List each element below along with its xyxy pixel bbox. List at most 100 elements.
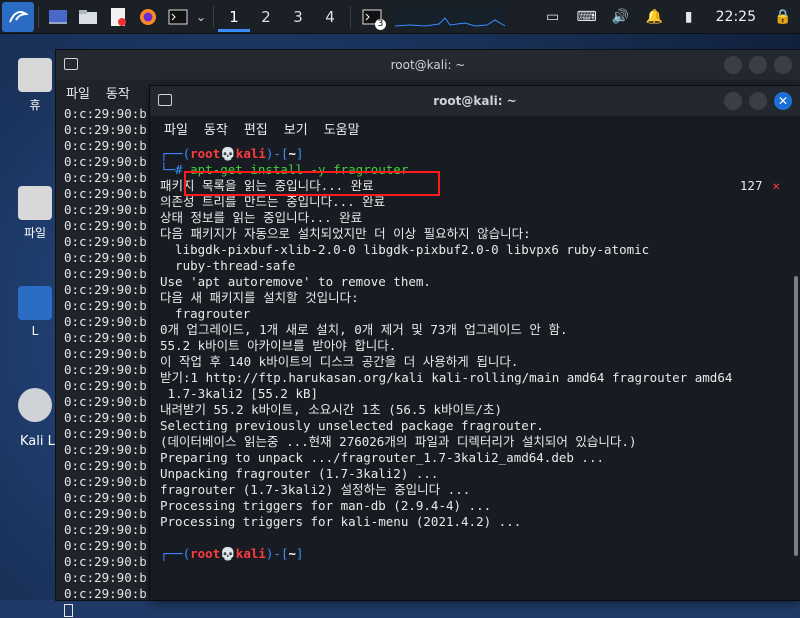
output-line: 0개 업그레이드, 1개 새로 설치, 0개 제거 및 73개 업그레이드 안 … [160, 322, 568, 337]
scrollbar[interactable] [794, 276, 798, 556]
top-panel: ⌄ 1 2 3 4 3 ▭ ⌨ 🔊 🔔 ▮ 22:25 🔒 [0, 0, 800, 34]
launcher-dropdown-button[interactable]: ⌄ [193, 2, 209, 32]
notifications-button[interactable]: 🔔 [638, 2, 672, 32]
front-terminal-window[interactable]: root@kali: ~ ✕ 파일 동작 편집 보기 도움말 ┌──(root💀… [150, 86, 800, 600]
output-line: Processing triggers for kali-menu (2021.… [160, 514, 522, 529]
terminal-output[interactable]: ┌──(root💀kali)-[~] └─# apt-get install -y… [150, 140, 790, 600]
prompt-host: kali [235, 546, 266, 561]
terminal-launcher-button[interactable] [163, 2, 193, 32]
desktop-icon-trash[interactable]: L [10, 286, 60, 338]
panel-separator [38, 5, 39, 28]
output-line: Preparing to unpack .../fragrouter_1.7-3… [160, 450, 605, 465]
output-line: Processing triggers for man-db (2.9.4-4)… [160, 498, 492, 513]
menu-action[interactable]: 동작 [106, 83, 130, 102]
close-button[interactable] [774, 56, 792, 74]
power-status-button[interactable]: ▮ [672, 2, 706, 32]
battery-icon: ▮ [684, 8, 693, 25]
taskbar-terminal-group[interactable]: 3 [355, 2, 389, 32]
error-x-icon: ✕ [772, 178, 780, 193]
desktop-icon-kali[interactable] [10, 388, 60, 426]
output-line: 이 작업 후 140 k바이트의 디스크 공간을 더 사용하게 됩니다. [160, 354, 519, 369]
terminal-icon [158, 94, 172, 106]
folder-icon [79, 9, 97, 24]
desktop-icon [49, 9, 67, 24]
front-window-title: root@kali: ~ [433, 94, 517, 108]
output-line: 다음 새 패키지를 설치할 것입니다: [160, 290, 359, 305]
menu-file[interactable]: 파일 [164, 119, 188, 138]
output-line: 상태 정보를 읽는 중입니다... 완료 [160, 210, 363, 225]
menu-edit[interactable]: 편집 [244, 119, 268, 138]
prompt-frame-end: ] [296, 146, 304, 161]
output-line: libgdk-pixbuf-xlib-2.0-0 libgdk-pixbuf2.… [160, 242, 650, 257]
back-terminal-cursor-line [64, 602, 800, 618]
maximize-button[interactable] [749, 92, 767, 110]
output-line: 받기:1 http://ftp.harukasan.org/kali kali-… [160, 370, 733, 385]
clock[interactable]: 22:25 [706, 9, 766, 25]
prompt-frame-mid: )-[ [265, 546, 289, 561]
desktop-icon-home[interactable]: 휴 [10, 58, 60, 113]
workspace-2[interactable]: 2 [250, 2, 282, 32]
show-desktop-button[interactable] [43, 2, 73, 32]
prompt-dir: ~ [288, 146, 297, 161]
prompt-frame-mid: )-[ [265, 146, 289, 161]
front-window-titlebar[interactable]: root@kali: ~ ✕ [150, 86, 800, 116]
menu-file[interactable]: 파일 [66, 83, 90, 102]
back-window-controls [724, 56, 792, 74]
workspace-4[interactable]: 4 [314, 2, 346, 32]
output-line: 내려받기 55.2 k바이트, 소요시간 1초 (56.5 k바이트/초) [160, 402, 503, 417]
workspace-3[interactable]: 3 [282, 2, 314, 32]
prompt-user: root [190, 146, 221, 161]
firefox-button[interactable] [133, 2, 163, 32]
prompt-frame-top: ┌──( [160, 146, 191, 161]
cursor-icon [64, 604, 73, 617]
bell-icon: 🔔 [645, 8, 664, 25]
volume-button[interactable]: 🔊 [604, 2, 638, 32]
system-tray: ▭ ⌨ 🔊 🔔 ▮ 22:25 🔒 [536, 2, 800, 32]
output-line: ruby-thread-safe [160, 258, 296, 273]
panel-separator [213, 5, 214, 28]
panel-separator [350, 5, 351, 28]
back-window-titlebar[interactable]: root@kali: ~ [56, 50, 800, 80]
text-editor-button[interactable] [103, 2, 133, 32]
output-line: Use 'apt autoremove' to remove them. [160, 274, 431, 289]
kali-dragon-icon [9, 10, 28, 22]
desktop-icon-files[interactable]: 파일 [10, 186, 60, 241]
firefox-icon [140, 8, 156, 25]
menu-help[interactable]: 도움말 [324, 119, 360, 138]
exit-status-code: 127 [739, 178, 763, 193]
desktop-label-kali: Kali L [20, 434, 55, 449]
lock-screen-button[interactable]: 🔒 [766, 2, 800, 32]
display-button[interactable]: ▭ [536, 2, 570, 32]
menu-action[interactable]: 동작 [204, 119, 228, 138]
skull-icon: 💀 [220, 146, 236, 161]
workspace-1[interactable]: 1 [218, 2, 250, 32]
output-line: 의존성 트리를 만드는 중입니다... 완료 [160, 194, 386, 209]
output-line: Unpacking fragrouter (1.7-3kali2) ... [160, 466, 439, 481]
output-line: 1.7-3kali2 [55.2 kB] [160, 386, 319, 401]
file-manager-button[interactable] [73, 2, 103, 32]
terminal-icon [64, 58, 78, 70]
output-line: 다음 패키지가 자동으로 설치되었지만 더 이상 필요하지 않습니다: [160, 226, 531, 241]
prompt-host: kali [235, 146, 266, 161]
close-button[interactable]: ✕ [774, 92, 792, 110]
menu-view[interactable]: 보기 [284, 119, 308, 138]
command-output: 패키지 목록을 읽는 중입니다... 완료 의존성 트리를 만드는 중입니다...… [160, 178, 790, 530]
exit-status: 127 ✕ [740, 178, 780, 193]
output-line: Selecting previously unselected package … [160, 418, 544, 433]
output-line: (데이터베이스 읽는중 ...현재 276026개의 파일과 디렉터리가 설치되… [160, 434, 637, 449]
volume-icon: 🔊 [611, 8, 630, 25]
minimize-button[interactable] [724, 92, 742, 110]
maximize-button[interactable] [749, 56, 767, 74]
close-icon: ✕ [777, 94, 789, 108]
window-count-badge: 3 [375, 18, 386, 30]
output-line: fragrouter [160, 306, 251, 321]
output-line: fragrouter (1.7-3kali2) 설정하는 중입니다 ... [160, 482, 471, 497]
command-highlight-box [184, 171, 440, 196]
kali-menu-button[interactable] [2, 1, 34, 32]
lock-icon: 🔒 [774, 8, 792, 25]
display-icon: ▭ [546, 8, 560, 25]
minimize-button[interactable] [724, 56, 742, 74]
prompt-user: root [190, 546, 221, 561]
keyboard-button[interactable]: ⌨ [570, 2, 604, 32]
text-editor-icon [111, 7, 126, 26]
